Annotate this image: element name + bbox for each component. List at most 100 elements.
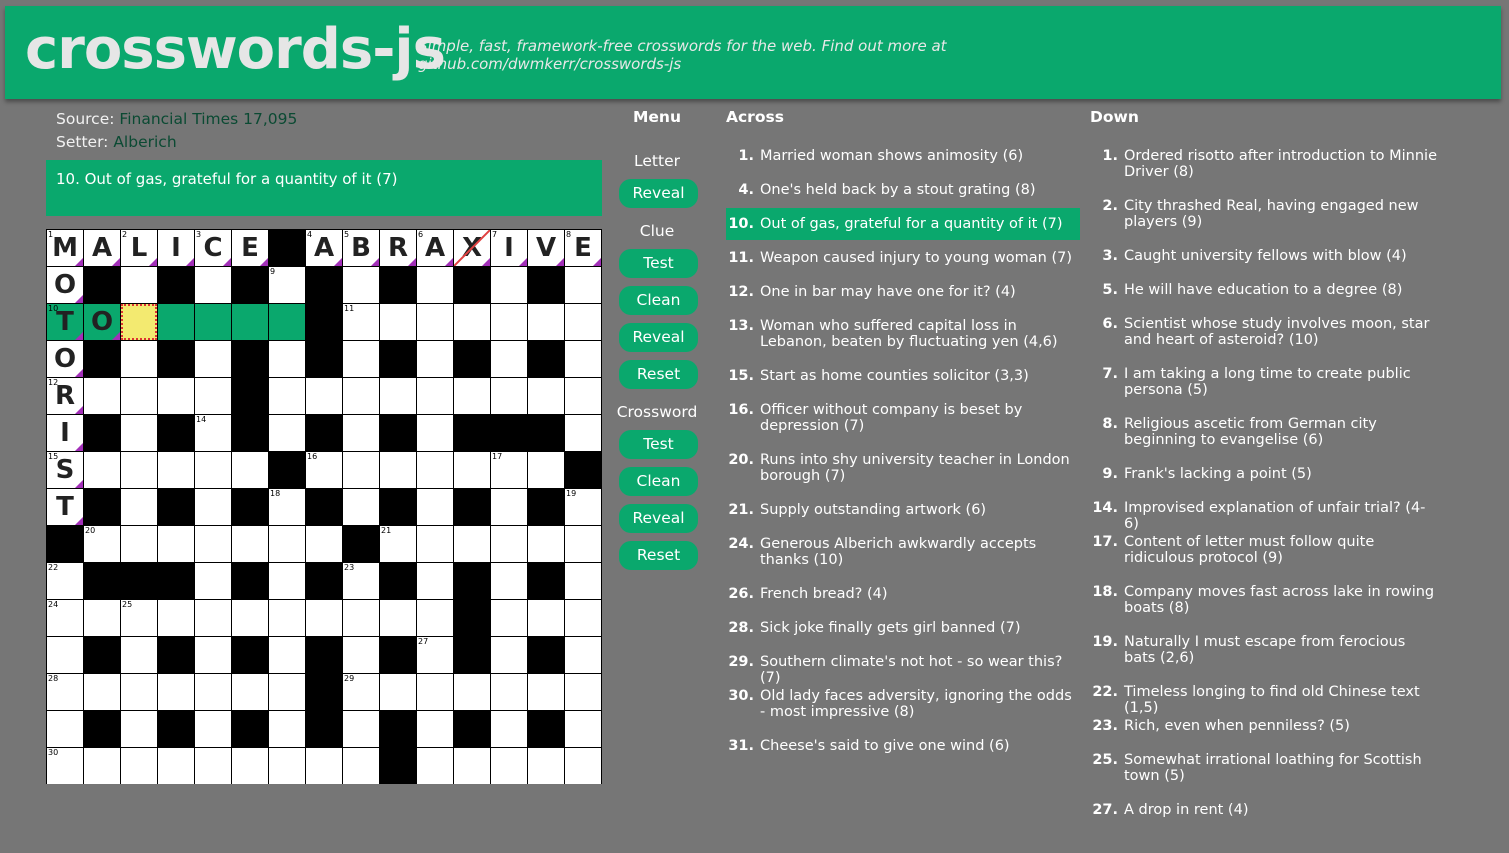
grid-cell[interactable] (158, 674, 194, 710)
grid-cell[interactable] (195, 711, 231, 747)
grid-cell[interactable] (121, 489, 157, 525)
grid-cell[interactable] (491, 341, 527, 377)
grid-cell[interactable]: 10 T (47, 304, 83, 340)
grid-cell[interactable]: 19 (565, 489, 601, 525)
grid-cell[interactable]: R (380, 230, 416, 266)
grid-cell[interactable] (121, 267, 157, 303)
reset-clue-button[interactable]: Reset (619, 360, 698, 389)
grid-cell[interactable] (491, 748, 527, 784)
grid-cell[interactable] (491, 526, 527, 562)
reveal-letter-button[interactable]: Reveal (619, 179, 698, 208)
grid-cell[interactable]: 16 (306, 452, 342, 488)
grid-cell[interactable] (269, 600, 305, 636)
grid-cell[interactable]: 7I (491, 230, 527, 266)
grid-cell[interactable] (195, 600, 231, 636)
grid-cell[interactable] (565, 711, 601, 747)
grid-cell[interactable] (84, 378, 120, 414)
grid-cell[interactable] (195, 341, 231, 377)
grid-cell[interactable] (491, 674, 527, 710)
grid-cell[interactable] (306, 378, 342, 414)
grid-cell[interactable] (417, 526, 453, 562)
grid-cell[interactable] (158, 378, 194, 414)
grid-cell[interactable] (565, 674, 601, 710)
grid-cell[interactable] (269, 748, 305, 784)
grid-cell[interactable] (269, 674, 305, 710)
grid-cell[interactable] (232, 674, 268, 710)
grid-cell[interactable]: 17 (491, 452, 527, 488)
grid-cell[interactable] (84, 452, 120, 488)
clean-clue-button[interactable]: Clean (619, 286, 698, 315)
grid-cell[interactable]: 14 (195, 415, 231, 451)
grid-cell[interactable]: E (232, 230, 268, 266)
grid-cell[interactable] (195, 526, 231, 562)
grid-cell[interactable] (121, 674, 157, 710)
grid-cell[interactable]: A (84, 230, 120, 266)
grid-cell[interactable]: 28 (47, 674, 83, 710)
grid-cell[interactable]: 9 (269, 267, 305, 303)
grid-cell[interactable] (491, 563, 527, 599)
grid-cell[interactable] (565, 563, 601, 599)
grid-cell[interactable]: 5B (343, 230, 379, 266)
grid-cell[interactable] (565, 378, 601, 414)
grid-cell[interactable] (232, 748, 268, 784)
grid-cell[interactable] (269, 378, 305, 414)
clean-crossword-button[interactable]: Clean (619, 467, 698, 496)
grid-cell[interactable] (84, 600, 120, 636)
grid-cell[interactable] (232, 600, 268, 636)
grid-cell[interactable] (269, 304, 305, 340)
grid-cell[interactable] (528, 304, 564, 340)
grid-cell[interactable]: 12 R (47, 378, 83, 414)
grid-cell[interactable] (454, 748, 490, 784)
grid-cell[interactable] (121, 452, 157, 488)
grid-cell[interactable]: O (84, 304, 120, 340)
project-link[interactable]: github.com/dwmkerr/crosswords-js (418, 55, 947, 73)
grid-cell[interactable]: T (47, 489, 83, 525)
test-crossword-button[interactable]: Test (619, 430, 698, 459)
grid-cell[interactable] (269, 637, 305, 673)
grid-cell[interactable] (269, 526, 305, 562)
grid-cell[interactable] (195, 267, 231, 303)
reveal-crossword-button[interactable]: Reveal (619, 504, 698, 533)
grid-cell[interactable] (195, 378, 231, 414)
grid-cell[interactable]: 18 (269, 489, 305, 525)
grid-cell[interactable]: 2L (121, 230, 157, 266)
grid-cell[interactable] (343, 748, 379, 784)
grid-cell[interactable] (343, 637, 379, 673)
grid-cell[interactable] (158, 304, 194, 340)
grid-cell[interactable]: 4A (306, 230, 342, 266)
grid-cell[interactable] (528, 526, 564, 562)
grid-cell[interactable] (47, 637, 83, 673)
grid-cell[interactable] (491, 267, 527, 303)
grid-cell[interactable] (565, 341, 601, 377)
reset-crossword-button[interactable]: Reset (619, 541, 698, 570)
grid-cell[interactable] (195, 748, 231, 784)
grid-cell[interactable] (195, 563, 231, 599)
grid-cell[interactable]: X (454, 230, 490, 266)
grid-cell[interactable]: 3C (195, 230, 231, 266)
reveal-clue-button[interactable]: Reveal (619, 323, 698, 352)
grid-cell[interactable] (195, 452, 231, 488)
grid-cell[interactable] (417, 267, 453, 303)
grid-cell[interactable] (565, 526, 601, 562)
grid-cell[interactable] (158, 526, 194, 562)
grid-cell[interactable]: 24 (47, 600, 83, 636)
grid-cell[interactable] (417, 563, 453, 599)
grid-cell[interactable] (121, 378, 157, 414)
grid-cell[interactable] (84, 748, 120, 784)
grid-cell[interactable]: O (47, 341, 83, 377)
grid-cell[interactable] (565, 415, 601, 451)
grid-cell[interactable]: 25 (121, 600, 157, 636)
grid-cell[interactable] (491, 378, 527, 414)
grid-cell[interactable] (454, 304, 490, 340)
grid-cell[interactable]: O (47, 267, 83, 303)
grid-cell[interactable] (417, 415, 453, 451)
grid-cell[interactable] (121, 711, 157, 747)
grid-cell[interactable]: V (528, 230, 564, 266)
grid-cell[interactable]: 29 (343, 674, 379, 710)
grid-cell[interactable] (306, 748, 342, 784)
grid-cell[interactable] (528, 452, 564, 488)
grid-cell[interactable] (343, 600, 379, 636)
grid-cell[interactable] (195, 674, 231, 710)
grid-cell[interactable]: 20 (84, 526, 120, 562)
grid-cell[interactable] (417, 748, 453, 784)
